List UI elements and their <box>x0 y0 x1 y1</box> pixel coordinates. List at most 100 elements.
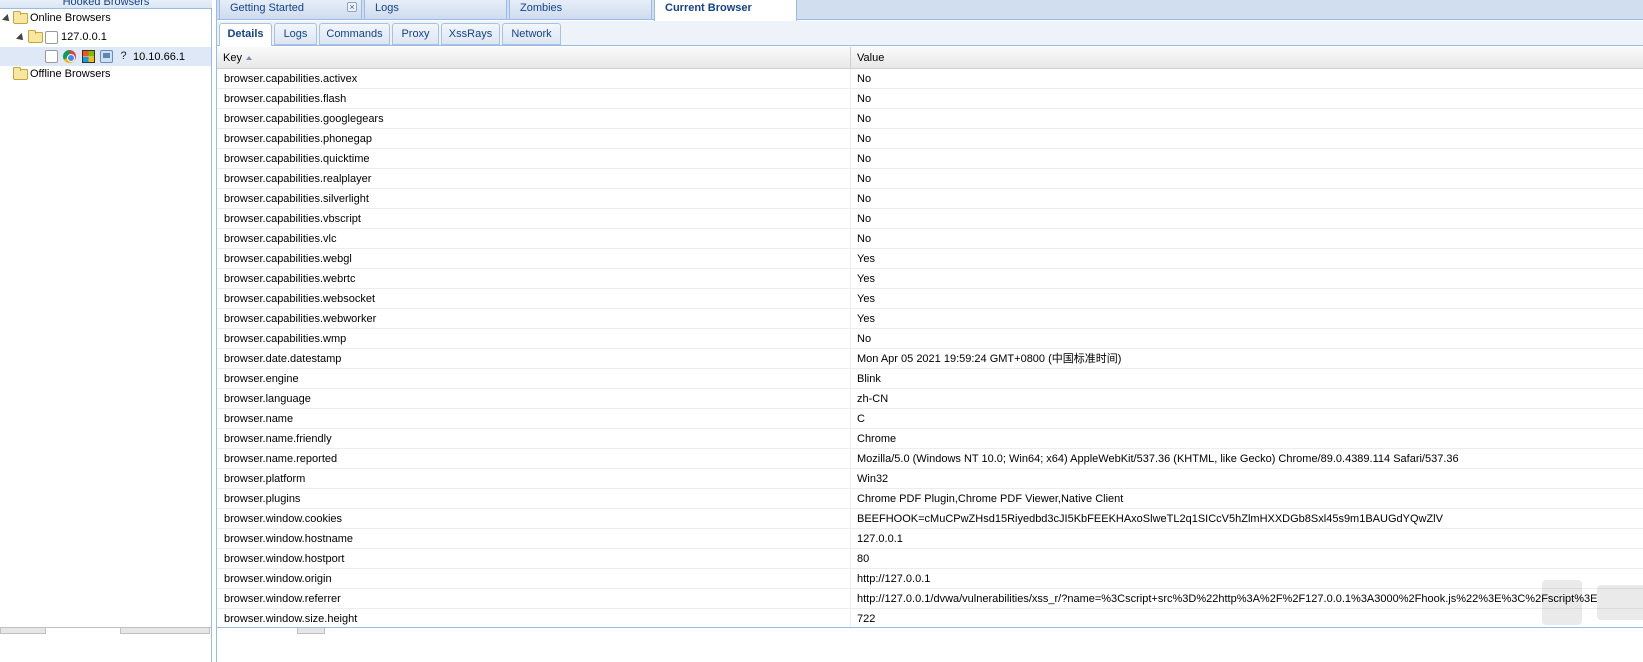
table-row[interactable]: browser.capabilities.vlc No <box>217 229 1643 249</box>
hardware-icon <box>100 50 113 63</box>
table-row[interactable]: browser.window.cookies BEEFHOOK=cMuCPwZHs… <box>217 509 1643 529</box>
row-value: C <box>857 413 865 425</box>
column-header-key[interactable]: Key <box>217 47 851 69</box>
row-value: Win32 <box>857 473 889 485</box>
table-row[interactable]: browser.name C <box>217 409 1643 429</box>
tab-label: Zombies <box>520 2 563 14</box>
bottom-bar-segment <box>297 628 325 634</box>
row-key: browser.engine <box>224 373 299 385</box>
row-value: zh-CN <box>857 393 889 405</box>
row-key: browser.name.friendly <box>224 433 332 445</box>
row-value: No <box>857 233 872 245</box>
folder-icon <box>13 67 28 80</box>
row-value: No <box>857 193 872 205</box>
row-key: browser.capabilities.wmp <box>224 333 347 345</box>
tree-node-offline-browsers[interactable]: Offline Browsers <box>0 65 211 84</box>
row-value: No <box>857 153 872 165</box>
left-panel-footer <box>0 627 211 662</box>
table-row[interactable]: browser.capabilities.websocket Yes <box>217 289 1643 309</box>
row-key: browser.window.origin <box>224 573 332 585</box>
table-row[interactable]: browser.capabilities.webrtc Yes <box>217 269 1643 289</box>
tab-getting-started[interactable]: Getting Started × <box>219 0 362 20</box>
grid-header: Key Value <box>217 47 1643 69</box>
table-row[interactable]: browser.capabilities.vbscript No <box>217 209 1643 229</box>
row-value: No <box>857 73 872 85</box>
subtab-network[interactable]: Network <box>502 23 561 45</box>
row-key: browser.plugins <box>224 493 301 505</box>
subtab-proxy[interactable]: Proxy <box>392 23 439 45</box>
table-row[interactable]: browser.language zh-CN <box>217 389 1643 409</box>
table-row[interactable]: browser.capabilities.activex No <box>217 69 1643 89</box>
table-row[interactable]: browser.capabilities.googlegears No <box>217 109 1643 129</box>
row-value: No <box>857 113 872 125</box>
column-header-value-label: Value <box>857 52 885 64</box>
subtab-xssrays[interactable]: XssRays <box>441 23 500 45</box>
row-value: No <box>857 173 872 185</box>
footer-segment <box>0 628 46 634</box>
table-row[interactable]: browser.platform Win32 <box>217 469 1643 489</box>
row-key: browser.name <box>224 413 294 425</box>
row-key: browser.name.reported <box>224 453 338 465</box>
row-key: browser.capabilities.websocket <box>224 293 376 305</box>
details-grid: Key Value browser.capabilities.activex No… <box>217 47 1643 627</box>
subtab-logs[interactable]: Logs <box>274 23 317 45</box>
row-value: No <box>857 213 872 225</box>
watermark-logo-icon <box>1542 580 1643 625</box>
row-value: No <box>857 333 872 345</box>
table-row[interactable]: browser.window.referrer http://127.0.0.1/… <box>217 589 1643 609</box>
column-header-value[interactable]: Value <box>851 47 1643 69</box>
tree-label-host: 127.0.0.1 <box>61 31 107 43</box>
tab-label: Current Browser <box>665 2 752 14</box>
table-row[interactable]: browser.engine Blink <box>217 369 1643 389</box>
subtab-commands[interactable]: Commands <box>319 23 390 45</box>
table-row[interactable]: browser.capabilities.wmp No <box>217 329 1643 349</box>
tree-node-online-browsers[interactable]: Online Browsers <box>0 9 211 28</box>
table-row[interactable]: browser.capabilities.webworker Yes <box>217 309 1643 329</box>
table-row[interactable]: browser.capabilities.webgl Yes <box>217 249 1643 269</box>
tab-label: Logs <box>375 2 399 14</box>
table-row[interactable]: browser.window.hostname 127.0.0.1 <box>217 529 1643 549</box>
close-icon[interactable]: × <box>347 2 357 12</box>
expand-arrow-icon[interactable] <box>16 33 26 43</box>
tab-current-browser[interactable]: Current Browser <box>654 0 797 21</box>
browser-checkbox[interactable] <box>45 50 58 63</box>
row-key: browser.capabilities.activex <box>224 73 358 85</box>
table-row[interactable]: browser.plugins Chrome PDF Plugin,Chrome … <box>217 489 1643 509</box>
chrome-icon <box>63 50 76 63</box>
row-value: Yes <box>857 253 875 265</box>
hooked-browsers-panel: Hooked Browsers Online Browsers 127.0.0.… <box>0 0 212 662</box>
row-key: browser.window.hostname <box>224 533 354 545</box>
grid-bottom-bar <box>217 627 1643 662</box>
row-value: Blink <box>857 373 881 385</box>
table-row[interactable]: browser.name.reported Mozilla/5.0 (Window… <box>217 449 1643 469</box>
expand-arrow-icon[interactable] <box>2 14 12 24</box>
row-value: 80 <box>857 553 870 565</box>
table-row[interactable]: browser.date.datestamp Mon Apr 05 2021 19… <box>217 349 1643 369</box>
host-checkbox[interactable] <box>45 31 58 44</box>
tree-node-hooked-browser[interactable]: ? 10.10.66.1 <box>0 47 211 66</box>
row-key: browser.platform <box>224 473 306 485</box>
tab-zombies[interactable]: Zombies <box>509 0 652 20</box>
footer-segment <box>120 628 210 634</box>
table-row[interactable]: browser.name.friendly Chrome <box>217 429 1643 449</box>
row-value: Yes <box>857 273 875 285</box>
table-row[interactable]: browser.capabilities.realplayer No <box>217 169 1643 189</box>
row-value: 127.0.0.1 <box>857 533 903 545</box>
table-row[interactable]: browser.capabilities.quicktime No <box>217 149 1643 169</box>
table-row[interactable]: browser.capabilities.silverlight No <box>217 189 1643 209</box>
tree-node-host[interactable]: 127.0.0.1 <box>0 28 211 47</box>
table-row[interactable]: browser.capabilities.flash No <box>217 89 1643 109</box>
table-row[interactable]: browser.window.origin http://127.0.0.1 <box>217 569 1643 589</box>
row-value: http://127.0.0.1/dvwa/vulnerabilities/xs… <box>857 593 1598 605</box>
table-row[interactable]: browser.window.hostport 80 <box>217 549 1643 569</box>
row-value: Yes <box>857 313 875 325</box>
row-value: http://127.0.0.1 <box>857 573 931 585</box>
row-key: browser.capabilities.webworker <box>224 313 377 325</box>
table-row[interactable]: browser.window.size.height 722 <box>217 609 1643 627</box>
table-row[interactable]: browser.capabilities.phonegap No <box>217 129 1643 149</box>
row-value: 722 <box>857 613 876 625</box>
row-value: BEEFHOOK=cMuCPwZHsd15Riyedbd3cJI5KbFEEKH… <box>857 513 1443 525</box>
tab-logs[interactable]: Logs <box>364 0 507 20</box>
column-header-key-label: Key <box>223 52 242 64</box>
subtab-details[interactable]: Details <box>219 23 272 46</box>
